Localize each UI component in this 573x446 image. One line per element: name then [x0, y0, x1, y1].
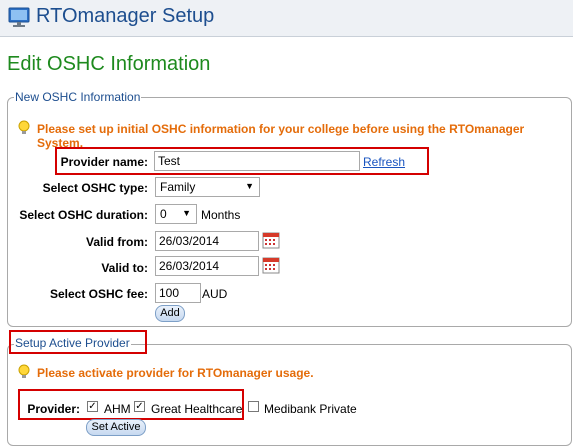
- provider-ahm-label: AHM: [104, 402, 131, 416]
- duration-unit: Months: [201, 208, 241, 222]
- refresh-link[interactable]: Refresh: [363, 155, 405, 169]
- provider-label: Provider:: [27, 402, 80, 416]
- oshc-type-value: Family: [160, 180, 196, 194]
- oshc-type-label: Select OSHC type:: [42, 181, 148, 195]
- calendar-icon[interactable]: [262, 256, 280, 274]
- provider-name-label: Provider name:: [60, 155, 148, 169]
- provider-great-healthcare-checkbox[interactable]: ✓: [134, 401, 145, 412]
- page-title: Edit OSHC Information: [7, 53, 211, 75]
- add-button[interactable]: Add: [155, 305, 185, 322]
- valid-from-label: Valid from:: [85, 235, 148, 249]
- chevron-down-icon: ▼: [182, 208, 191, 218]
- oshc-fee-input[interactable]: [155, 283, 201, 303]
- app-title: RTOmanager Setup: [36, 5, 215, 27]
- lightbulb-icon: [18, 120, 30, 134]
- lightbulb-icon: [18, 364, 30, 378]
- oshc-duration-label: Select OSHC duration:: [19, 208, 148, 222]
- provider-medibank-private-checkbox[interactable]: [248, 401, 259, 412]
- computer-icon: [8, 7, 30, 27]
- provider-ahm-checkbox[interactable]: ✓: [87, 401, 98, 412]
- provider-name-input[interactable]: [154, 151, 360, 171]
- oshc-duration-select[interactable]: 0 ▼: [155, 204, 197, 224]
- oshc-fee-label: Select OSHC fee:: [49, 287, 148, 301]
- valid-to-input[interactable]: [155, 256, 259, 276]
- app-header: RTOmanager Setup: [0, 0, 573, 37]
- fee-unit: AUD: [202, 287, 228, 301]
- provider-great-healthcare-label: Great Healthcare: [151, 402, 243, 416]
- calendar-icon[interactable]: [262, 231, 280, 249]
- provider-medibank-private-label: Medibank Private: [264, 402, 357, 416]
- activate-provider-warning: Please activate provider for RTOmanager …: [37, 366, 314, 380]
- active-provider-legend-highlight: [9, 330, 147, 354]
- chevron-down-icon: ▼: [245, 181, 254, 191]
- set-active-button[interactable]: Set Active: [86, 419, 146, 436]
- oshc-setup-warning: Please set up initial OSHC information f…: [37, 122, 525, 150]
- oshc-duration-value: 0: [160, 207, 167, 221]
- valid-to-label: Valid to:: [101, 261, 148, 275]
- new-oshc-legend: New OSHC Information: [14, 90, 142, 104]
- valid-from-input[interactable]: [155, 231, 259, 251]
- oshc-type-select[interactable]: Family ▼: [155, 177, 260, 197]
